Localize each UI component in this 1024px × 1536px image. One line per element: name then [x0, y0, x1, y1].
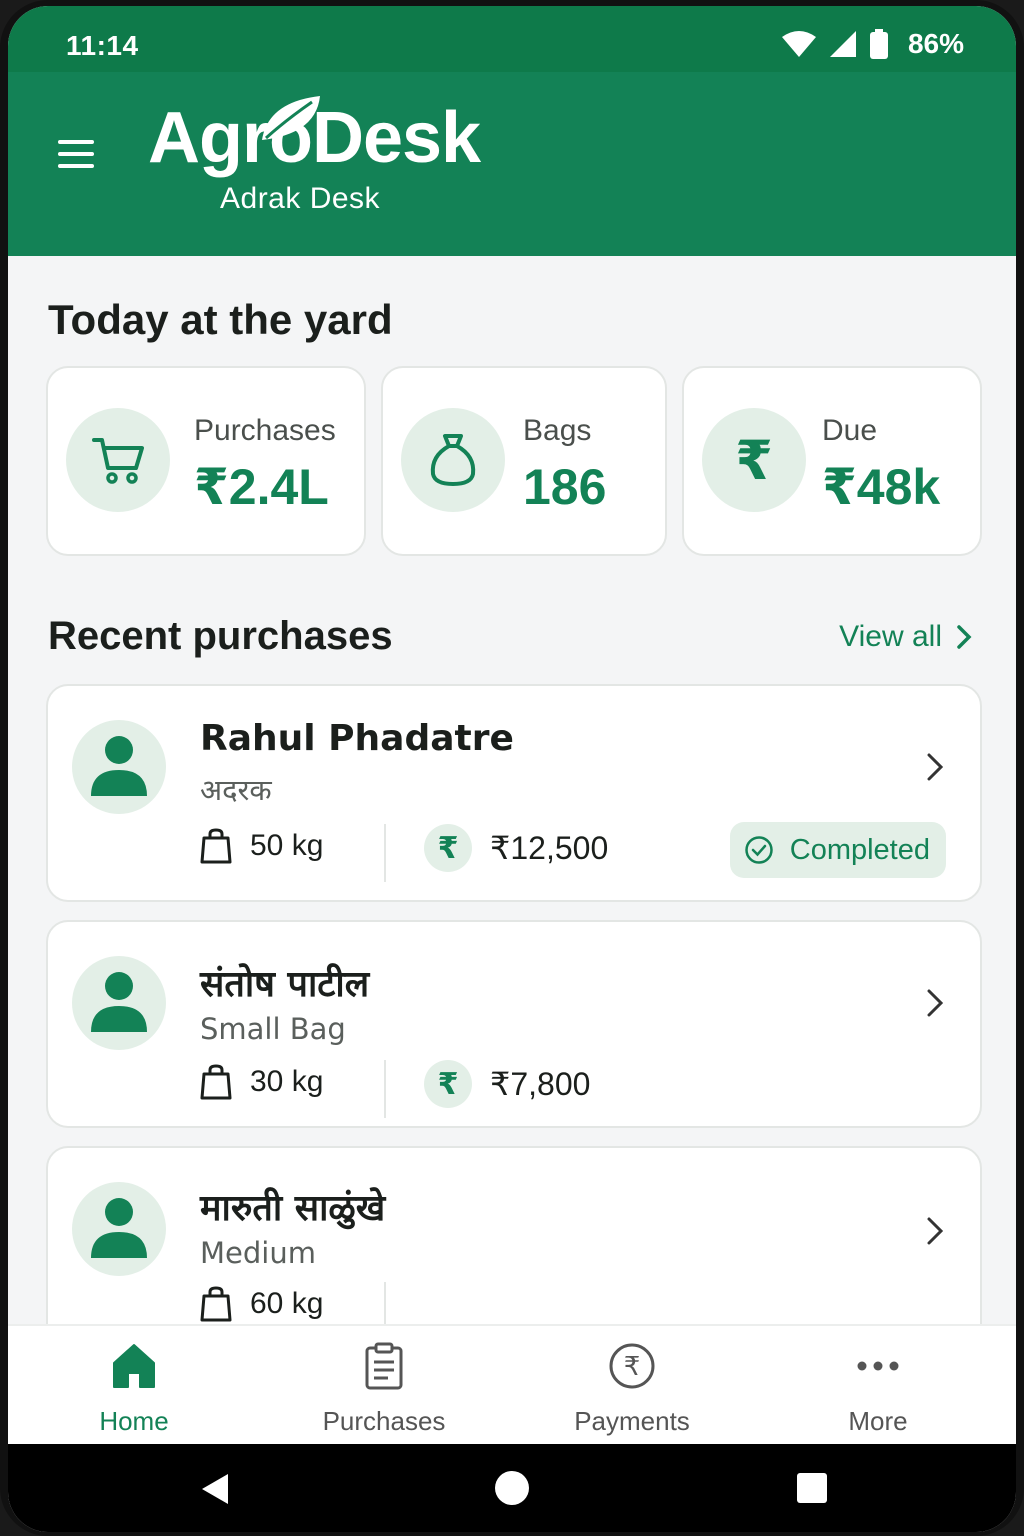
- stat-card-due[interactable]: ₹ Due ₹48k: [682, 366, 982, 556]
- leaf-icon: [262, 96, 320, 140]
- app-bar: AgroDesk Adrak Desk: [8, 72, 1016, 256]
- farmer-name: संतोष पाटील: [200, 964, 370, 1005]
- farmer-name: Rahul Phadatre: [200, 718, 514, 759]
- bag-icon: [200, 1286, 232, 1322]
- avatar: [72, 956, 166, 1050]
- cart-icon: [66, 408, 170, 512]
- home-icon: [34, 1340, 234, 1392]
- device-frame: 11:14 86% AgroDesk Adrak Desk Today at t…: [0, 0, 1024, 1536]
- weight-value: 50 kg: [250, 829, 324, 862]
- rupee-icon: ₹: [424, 1060, 472, 1108]
- wifi-icon: [781, 31, 816, 57]
- weight: 30 kg: [200, 1064, 323, 1100]
- brand: AgroDesk Adrak Desk: [148, 96, 481, 216]
- bag-icon: [401, 408, 505, 512]
- view-all-link[interactable]: View all: [839, 620, 972, 654]
- avatar: [72, 720, 166, 814]
- stat-value: ₹2.4L: [194, 459, 329, 515]
- purchase-card[interactable]: संतोष पाटील Small Bag 30 kg ₹ ₹7,800: [46, 920, 982, 1128]
- more-dots-icon: [778, 1340, 978, 1392]
- check-circle-icon: [745, 836, 773, 864]
- divider: [384, 1060, 386, 1118]
- stat-label: Purchases: [194, 414, 336, 447]
- svg-text:₹: ₹: [624, 1352, 641, 1382]
- product-type: अदरक: [200, 773, 272, 807]
- weight-value: 60 kg: [250, 1287, 324, 1320]
- divider: [384, 824, 386, 882]
- amount: ₹ ₹7,800: [424, 1060, 590, 1108]
- rupee-icon: ₹: [702, 408, 806, 512]
- rupee-circle-icon: ₹: [532, 1340, 732, 1392]
- nav-label: Payments: [574, 1406, 690, 1436]
- rupee-icon: ₹: [424, 824, 472, 872]
- stat-value: ₹48k: [822, 459, 941, 515]
- stat-card-bags[interactable]: Bags 186: [381, 366, 667, 556]
- person-icon: [91, 1198, 147, 1258]
- amount-value: ₹12,500: [490, 830, 609, 866]
- brand-subtitle: Adrak Desk: [220, 182, 381, 215]
- product-type: Small Bag: [200, 1012, 346, 1046]
- menu-icon[interactable]: [58, 140, 94, 170]
- weight: 50 kg: [200, 828, 323, 864]
- clipboard-icon: [284, 1340, 484, 1392]
- bag-icon: [200, 828, 232, 864]
- recent-title: Recent purchases: [48, 614, 393, 658]
- divider: [384, 1282, 386, 1324]
- purchase-card[interactable]: मारुती साळुंखे Medium 60 kg: [46, 1146, 982, 1324]
- stat-card-purchases[interactable]: Purchases ₹2.4L: [46, 366, 366, 556]
- status-label: Completed: [789, 833, 930, 866]
- view-all-label: View all: [839, 620, 942, 653]
- amount-value: ₹7,800: [490, 1066, 591, 1102]
- battery-percent: 86%: [907, 28, 964, 59]
- stat-label: Due: [822, 414, 878, 447]
- nav-label: Home: [99, 1406, 169, 1436]
- stat-value: 186: [523, 459, 607, 515]
- bottom-nav: Home Purchases ₹ Payments More: [8, 1324, 1016, 1444]
- system-nav-bar: [8, 1444, 1016, 1532]
- weight-value: 30 kg: [250, 1065, 324, 1098]
- home-circle-icon[interactable]: [494, 1470, 530, 1506]
- chevron-right-icon[interactable]: [926, 1216, 944, 1246]
- screen: 11:14 86% AgroDesk Adrak Desk Today at t…: [8, 6, 1016, 1532]
- status-badge: Completed: [729, 822, 946, 878]
- nav-home[interactable]: Home: [34, 1340, 234, 1437]
- purchase-card[interactable]: Rahul Phadatre अदरक 50 kg ₹ ₹12,500 Comp…: [46, 684, 982, 902]
- nav-label: Purchases: [322, 1406, 446, 1436]
- back-icon[interactable]: [200, 1472, 230, 1506]
- nav-purchases[interactable]: Purchases: [284, 1340, 484, 1437]
- status-icons: 86%: [781, 28, 964, 60]
- person-icon: [91, 972, 147, 1032]
- bag-icon: [200, 1064, 232, 1100]
- recents-icon[interactable]: [796, 1472, 828, 1504]
- person-icon: [91, 736, 147, 796]
- today-title: Today at the yard: [48, 296, 393, 343]
- nav-payments[interactable]: ₹ Payments: [532, 1340, 732, 1437]
- main-content: Today at the yard Purchases ₹2.4L Bags 1…: [8, 256, 1016, 1324]
- chevron-right-icon[interactable]: [926, 988, 944, 1018]
- farmer-name: मारुती साळुंखे: [200, 1188, 386, 1229]
- chevron-right-icon: [957, 625, 972, 649]
- chevron-right-icon[interactable]: [926, 752, 944, 782]
- weight: 60 kg: [200, 1286, 323, 1322]
- status-bar: 11:14 86%: [8, 6, 1016, 72]
- nav-label: More: [848, 1406, 908, 1436]
- battery-icon: [869, 29, 888, 59]
- signal-icon: [829, 31, 856, 57]
- stat-label: Bags: [523, 414, 592, 447]
- status-time: 11:14: [66, 30, 139, 61]
- avatar: [72, 1182, 166, 1276]
- nav-more[interactable]: More: [778, 1340, 978, 1437]
- amount: ₹ ₹12,500: [424, 824, 608, 872]
- product-type: Medium: [200, 1236, 316, 1270]
